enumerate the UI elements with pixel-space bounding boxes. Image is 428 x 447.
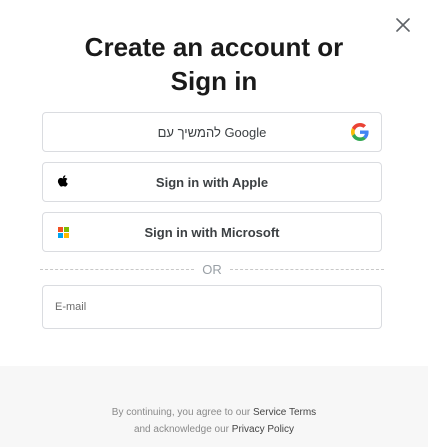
- service-terms-link[interactable]: Service Terms: [253, 407, 316, 418]
- email-field[interactable]: [42, 285, 382, 329]
- close-button[interactable]: [392, 14, 414, 36]
- sign-in-dialog: Create an account or Sign in להמשיך עם G…: [0, 0, 428, 447]
- google-icon: [351, 123, 369, 141]
- close-icon: [396, 18, 410, 32]
- legal-line-2-text: and acknowledge our: [133, 424, 230, 435]
- google-button-label: להמשיך עם Google: [157, 124, 267, 140]
- or-divider: OR: [40, 261, 384, 277]
- divider-line-left: [40, 268, 195, 270]
- legal-line-1-text: By continuing, you agree to our: [111, 407, 251, 418]
- apple-button-label: Sign in with Apple: [155, 174, 269, 190]
- or-text: OR: [202, 261, 222, 277]
- dialog-title: Create an account or Sign in: [40, 30, 388, 98]
- microsoft-icon: [55, 224, 71, 240]
- privacy-policy-link[interactable]: Privacy Policy: [232, 424, 294, 435]
- legal-notice: By continuing, you agree to our Service …: [40, 404, 388, 438]
- divider-line-right: [229, 268, 384, 270]
- sign-in-with-microsoft-button[interactable]: Sign in with Microsoft: [42, 212, 382, 252]
- sign-in-with-apple-button[interactable]: Sign in with Apple: [42, 162, 382, 202]
- title-line-2: Sign in: [170, 66, 258, 96]
- continue-with-google-button[interactable]: להמשיך עם Google: [42, 112, 382, 152]
- title-line-1: Create an account or: [84, 32, 344, 62]
- apple-icon: [55, 174, 71, 190]
- microsoft-button-label: Sign in with Microsoft: [144, 224, 280, 240]
